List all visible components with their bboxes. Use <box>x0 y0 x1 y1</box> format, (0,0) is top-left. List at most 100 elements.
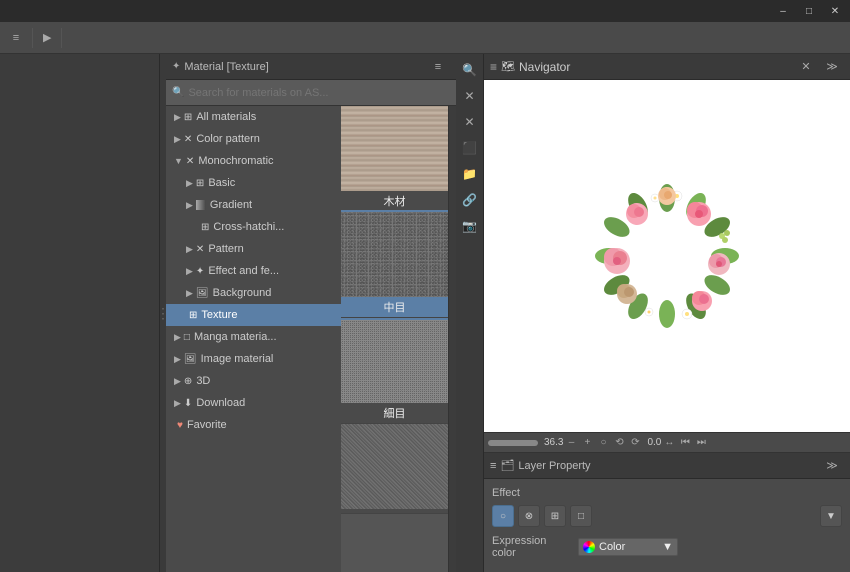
arrow-icon: ▶ <box>174 134 181 145</box>
tree-item-image[interactable]: ▶ 🖼 Image material <box>166 348 341 370</box>
side-btn-grid[interactable]: ⬛ <box>458 136 482 160</box>
main-content: ✦ Material [Texture] ≡ 🔍 ▶ ⊞ All materia… <box>0 54 850 572</box>
tree-item-basic[interactable]: ▶ ⊞ Basic <box>166 172 341 194</box>
zoom-out-btn[interactable]: – <box>563 435 579 451</box>
left-panel <box>0 54 160 572</box>
effect-btn-grid[interactable]: ⊞ <box>544 505 566 527</box>
thumbnail-panel: 木材 中目 細目 <box>341 106 449 572</box>
layer-property-header: ≡ 🗂 Layer Property ≫ <box>484 453 850 479</box>
tree-label-gradient: Gradient <box>210 199 252 211</box>
nav-prev-btn[interactable]: ⏮ <box>677 435 693 451</box>
dropdown-arrow-icon: ▼ <box>662 541 673 553</box>
tree-item-background[interactable]: ▶ 🖼 Background <box>166 282 341 304</box>
arrow-icon: ▼ <box>174 156 183 166</box>
arrow-icon: ▶ <box>186 244 193 255</box>
3d-icon: ⊕ <box>184 376 192 387</box>
thumb-fine-label: 細目 <box>341 403 448 423</box>
tree-label-monochromatic: Monochromatic <box>198 155 273 167</box>
pattern-icon: ✕ <box>196 244 204 255</box>
arrow-icon: ▶ <box>186 178 193 189</box>
nav-more-btn[interactable]: ≫ <box>820 55 844 79</box>
rotate-cw-btn[interactable]: ⟳ <box>627 435 643 451</box>
layer-property-title: Layer Property <box>518 460 590 472</box>
tree-item-gradient[interactable]: ▶ Gradient <box>166 194 341 216</box>
tree-item-pattern[interactable]: ▶ ✕ Pattern <box>166 238 341 260</box>
side-btn-folder[interactable]: 📁 <box>458 162 482 186</box>
tree-item-3d[interactable]: ▶ ⊕ 3D <box>166 370 341 392</box>
side-btn-search[interactable]: 🔍 <box>458 58 482 82</box>
search-input[interactable] <box>188 87 450 99</box>
maximize-button[interactable]: □ <box>796 2 822 20</box>
thumb-wood-label: 木材 <box>341 191 448 211</box>
tree-item-texture[interactable]: ⊞ Texture <box>166 304 341 326</box>
effect-btn-x[interactable]: ⊗ <box>518 505 540 527</box>
download-icon: ⬇ <box>184 398 192 409</box>
nav-close-btn[interactable]: ✕ <box>794 55 818 79</box>
tree-item-favorite[interactable]: ♥ Favorite <box>166 414 341 436</box>
rotate-ccw-btn[interactable]: ⟲ <box>611 435 627 451</box>
navigator-title: Navigator <box>519 60 570 74</box>
tree-item-all-materials[interactable]: ▶ ⊞ All materials <box>166 106 341 128</box>
toolbar-separator-1 <box>32 28 33 48</box>
flip-h-btn[interactable]: ↔ <box>661 435 677 451</box>
material-panel-header: ✦ Material [Texture] ≡ <box>166 54 456 80</box>
wreath-svg <box>567 166 767 346</box>
layer-property-content: Effect ○ ⊗ ⊞ □ ▼ Expression color Color <box>484 479 850 572</box>
canvas-preview <box>567 166 767 346</box>
all-materials-icon: ⊞ <box>184 112 192 123</box>
thumbnail-wood[interactable]: 木材 <box>341 106 448 212</box>
thumbnail-medium[interactable]: 中目 <box>341 212 448 318</box>
gradient-icon <box>196 200 206 210</box>
layer-more-btn[interactable]: ≫ <box>820 454 844 478</box>
favorite-icon: ♥ <box>177 420 183 431</box>
texture-icon: ⊞ <box>189 310 197 321</box>
tree-item-manga[interactable]: ▶ □ Manga materia... <box>166 326 341 348</box>
tree-label-image: Image material <box>201 353 274 365</box>
side-btn-link[interactable]: 🔗 <box>458 188 482 212</box>
thumb-wood-img <box>341 106 448 191</box>
navigator-icon: ≡ <box>490 60 497 74</box>
minimize-button[interactable]: – <box>770 2 796 20</box>
tree-item-effect[interactable]: ▶ ✦ Effect and fe... <box>166 260 341 282</box>
arrow-icon: ▶ <box>186 266 193 277</box>
navigator-header: ≡ 🗺 Navigator ✕ ≫ <box>484 54 850 80</box>
right-panel: ≡ 🗺 Navigator ✕ ≫ <box>484 54 850 572</box>
panel-menu-btn[interactable]: ≡ <box>426 55 450 79</box>
material-panel-area: ✦ Material [Texture] ≡ 🔍 ▶ ⊞ All materia… <box>166 54 456 572</box>
navigator-controls: 36.3 – + ○ ⟲ ⟳ 0.0 ↔ ⏮ ⏭ <box>484 432 850 452</box>
pos-x: 0.0 <box>647 437 661 448</box>
effect-btn-square[interactable]: □ <box>570 505 592 527</box>
color-dot-icon <box>583 541 595 553</box>
color-dropdown[interactable]: Color ▼ <box>578 538 678 556</box>
material-icon: ✦ <box>172 61 180 72</box>
tree-item-download[interactable]: ▶ ⬇ Download <box>166 392 341 414</box>
tree-label-basic: Basic <box>208 177 235 189</box>
side-btn-x2[interactable]: ✕ <box>458 110 482 134</box>
effect-icon: ✦ <box>196 266 204 277</box>
tree-label-texture: Texture <box>201 309 237 321</box>
toolbar-btn-1[interactable]: ≡ <box>4 26 28 50</box>
thumbnail-rough[interactable] <box>341 424 448 514</box>
zoom-fit-btn[interactable]: ○ <box>595 435 611 451</box>
close-button[interactable]: ✕ <box>822 2 848 20</box>
effect-more-btn[interactable]: ▼ <box>820 505 842 527</box>
crosshatch-icon: ⊞ <box>201 222 209 233</box>
toolbar-separator-2 <box>61 28 62 48</box>
tree-thumbnail-layout: ▶ ⊞ All materials ▶ ✕ Color pattern ▼ ✕ … <box>166 106 456 572</box>
zoom-slider[interactable] <box>488 440 538 446</box>
side-btn-camera[interactable]: 📷 <box>458 214 482 238</box>
tree-item-color-pattern[interactable]: ▶ ✕ Color pattern <box>166 128 341 150</box>
thumbnail-fine[interactable]: 細目 <box>341 318 448 424</box>
tree-label-color-pattern: Color pattern <box>196 133 260 145</box>
expression-row: Expression color Color ▼ <box>492 535 842 559</box>
tree-item-crosshatch[interactable]: ⊞ Cross-hatchi... <box>166 216 341 238</box>
effect-btn-circle[interactable]: ○ <box>492 505 514 527</box>
toolbar-label: ▶ <box>37 31 57 44</box>
layer-property-icon: 🗂 <box>500 459 514 472</box>
navigator-panel-icon: 🗺 <box>501 60 515 73</box>
zoom-in-btn[interactable]: + <box>579 435 595 451</box>
nav-next-btn[interactable]: ⏭ <box>693 435 709 451</box>
tree-item-monochromatic[interactable]: ▼ ✕ Monochromatic <box>166 150 341 172</box>
layer-property-menu-icon: ≡ <box>490 460 496 472</box>
side-btn-x1[interactable]: ✕ <box>458 84 482 108</box>
